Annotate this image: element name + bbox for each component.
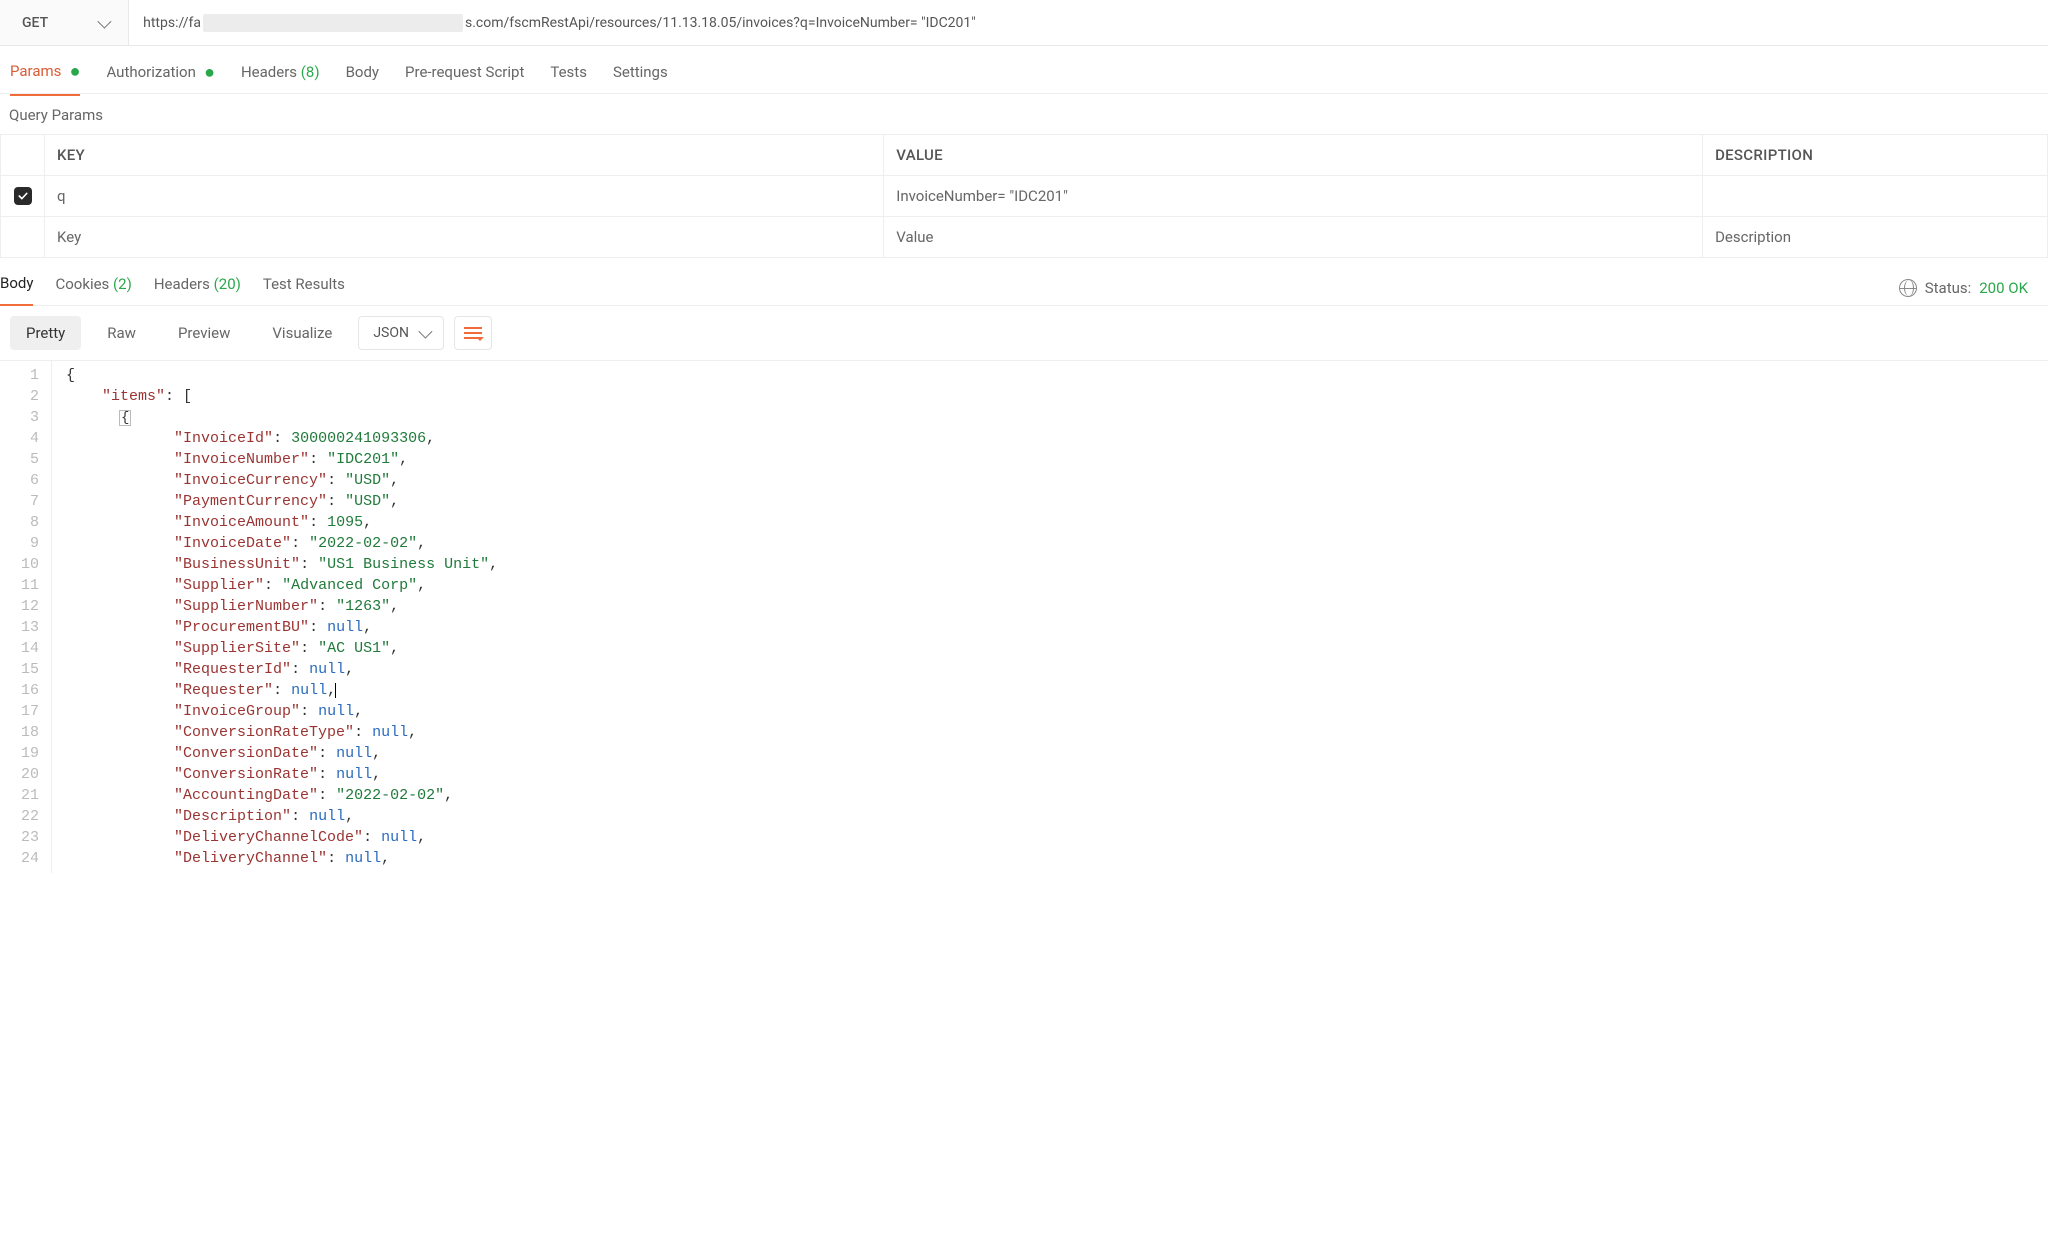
tab-body[interactable]: Body: [346, 57, 379, 95]
request-tabs: Params ● Authorization ● Headers (8) Bod…: [0, 46, 2048, 94]
http-method-value: GET: [22, 15, 48, 31]
url-suffix: s.com/fscmRestApi/resources/11.13.18.05/…: [465, 15, 976, 31]
view-preview-button[interactable]: Preview: [162, 316, 246, 350]
tab-prerequest-script[interactable]: Pre-request Script: [405, 57, 524, 95]
query-params-table: KEY VALUE DESCRIPTION q InvoiceNumber= "…: [0, 134, 2048, 258]
resp-tab-test-results[interactable]: Test Results: [263, 271, 345, 305]
check-icon: [17, 190, 29, 202]
table-row: q InvoiceNumber= "IDC201": [1, 176, 2048, 217]
url-input[interactable]: https://fa s.com/fscmRestApi/resources/1…: [129, 0, 2048, 45]
resp-tab-headers[interactable]: Headers (20): [154, 271, 241, 305]
request-url-bar: GET https://fa s.com/fscmRestApi/resourc…: [0, 0, 2048, 46]
response-body-toolbar: Pretty Raw Preview Visualize JSON: [0, 306, 2048, 361]
wrap-icon: [464, 332, 482, 334]
view-pretty-button[interactable]: Pretty: [10, 316, 81, 350]
col-key: KEY: [45, 135, 884, 176]
tab-settings[interactable]: Settings: [613, 57, 668, 95]
status-value: 200 OK: [1979, 279, 2028, 297]
http-method-select[interactable]: GET: [0, 0, 129, 45]
response-status: Status: 200 OK: [1899, 279, 2038, 297]
response-tabs: Body Cookies (2) Headers (20) Test Resul…: [0, 258, 2048, 306]
param-description-input[interactable]: Description: [1703, 217, 2048, 258]
view-raw-button[interactable]: Raw: [91, 316, 152, 350]
param-description-cell[interactable]: [1703, 176, 2048, 217]
active-dot-icon: ●: [65, 61, 80, 82]
active-dot-icon: ●: [200, 62, 215, 83]
col-description: DESCRIPTION: [1703, 135, 2048, 176]
resp-tab-cookies[interactable]: Cookies (2): [55, 271, 131, 305]
param-value-cell[interactable]: InvoiceNumber= "IDC201": [884, 176, 1703, 217]
param-key-cell[interactable]: q: [45, 176, 884, 217]
chevron-down-icon: [418, 325, 432, 339]
url-prefix: https://fa: [143, 15, 201, 31]
url-redacted: [203, 14, 463, 32]
col-value: VALUE: [884, 135, 1703, 176]
view-visualize-button[interactable]: Visualize: [256, 316, 348, 350]
query-params-title: Query Params: [0, 94, 2048, 134]
response-body-json[interactable]: 123456789101112131415161718192021222324 …: [0, 361, 2048, 873]
wrap-lines-button[interactable]: [454, 316, 492, 350]
tab-authorization[interactable]: Authorization ●: [106, 57, 215, 95]
param-key-input[interactable]: Key: [45, 217, 884, 258]
format-select[interactable]: JSON: [358, 316, 444, 350]
resp-tab-body[interactable]: Body: [0, 270, 33, 306]
tab-headers[interactable]: Headers (8): [241, 57, 320, 95]
row-checkbox[interactable]: [14, 187, 32, 205]
table-row-new: Key Value Description: [1, 217, 2048, 258]
tab-tests[interactable]: Tests: [550, 57, 587, 95]
tab-params[interactable]: Params ●: [10, 56, 80, 96]
globe-icon: [1899, 279, 1917, 297]
param-value-input[interactable]: Value: [884, 217, 1703, 258]
chevron-down-icon: [97, 14, 111, 28]
